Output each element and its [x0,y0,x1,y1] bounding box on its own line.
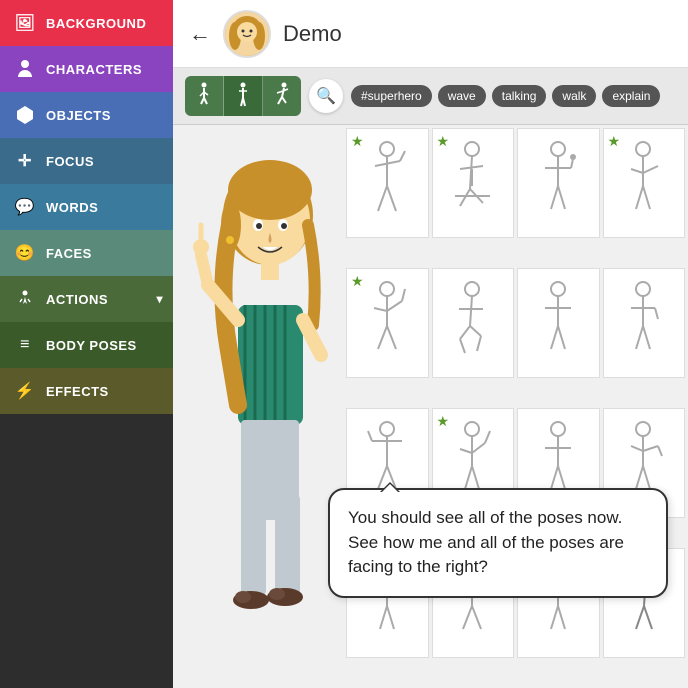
pose-grid: ★ ★ [343,125,688,688]
pose-cell[interactable]: ★ [346,128,429,238]
header: ← Demo [173,0,688,68]
search-icon: 🔍 [316,86,336,106]
sidebar-label-words: WORDS [46,200,98,215]
avatar-image [225,12,269,56]
words-icon: 💬 [14,196,36,218]
pose-cell[interactable]: ★ [603,128,686,238]
pose-cell[interactable] [603,268,686,378]
main-content: ← Demo [173,0,688,688]
background-icon: 🖼 [14,12,36,34]
pose-button-group [185,76,301,116]
pose-figure [360,141,415,226]
sidebar-item-objects[interactable]: OBJECTS [0,92,173,138]
favorite-star: ★ [437,133,450,150]
pose-button-run[interactable] [263,76,301,116]
sidebar-label-body-poses: BODY POSES [46,338,137,353]
sidebar-label-effects: EFFECTS [46,384,109,399]
pose-figure [616,141,671,226]
pose-cell[interactable] [432,268,515,378]
pose-figure [445,281,500,366]
pose-button-walk[interactable] [185,76,224,116]
sidebar-item-focus[interactable]: ✛ FOCUS [0,138,173,184]
chevron-down-icon: ▾ [156,292,163,306]
sidebar-item-effects[interactable]: ⚡ EFFECTS [0,368,173,414]
tag-talking[interactable]: talking [492,85,547,107]
sidebar-item-characters[interactable]: CHARACTERS [0,46,173,92]
toolbar: 🔍 #superhero wave talking walk explain [173,68,688,125]
character-svg [173,125,363,688]
tag-superhero[interactable]: #superhero [351,85,432,107]
tag-walk[interactable]: walk [552,85,596,107]
sidebar-item-words[interactable]: 💬 WORDS [0,184,173,230]
pose-grid-area: ★ ★ [173,125,688,688]
tag-explain[interactable]: explain [602,85,660,107]
pose-figure [616,281,671,366]
favorite-star: ★ [437,413,450,430]
favorite-star: ★ [351,133,364,150]
faces-icon: 😊 [14,242,36,264]
pose-cell[interactable] [517,268,600,378]
sidebar: 🖼 BACKGROUND CHARACTERS OBJECTS ✛ FOCUS … [0,0,173,688]
pose-cell[interactable]: ★ [346,268,429,378]
sidebar-item-actions[interactable]: ACTIONS ▾ [0,276,173,322]
sidebar-label-characters: CHARACTERS [46,62,142,77]
pose-figure [360,281,415,366]
pose-figure [445,141,500,226]
sidebar-label-focus: FOCUS [46,154,94,169]
sidebar-label-faces: FACES [46,246,92,261]
objects-icon [14,104,36,126]
back-button[interactable]: ← [189,21,211,47]
search-button[interactable]: 🔍 [309,79,343,113]
sidebar-label-background: BACKGROUND [46,16,146,31]
characters-icon [14,58,36,80]
sidebar-label-actions: ACTIONS [46,292,108,307]
sidebar-item-body-poses[interactable]: ≡ BODY POSES [0,322,173,368]
sidebar-item-faces[interactable]: 😊 FACES [0,230,173,276]
pose-cell[interactable] [517,128,600,238]
pose-button-stand[interactable] [224,76,263,116]
effects-icon: ⚡ [14,380,36,402]
avatar [223,10,271,58]
speech-bubble: You should see all of the poses now. See… [328,488,668,598]
pose-cell[interactable]: ★ [432,128,515,238]
speech-text: You should see all of the poses now. See… [348,506,648,580]
sidebar-item-background[interactable]: 🖼 BACKGROUND [0,0,173,46]
pose-figure [531,141,586,226]
character-name: Demo [283,21,342,47]
tag-list: #superhero wave talking walk explain [351,85,660,107]
sidebar-label-objects: OBJECTS [46,108,111,123]
actions-icon [14,288,36,310]
tag-wave[interactable]: wave [438,85,486,107]
body-poses-icon: ≡ [14,334,36,356]
favorite-star: ★ [351,273,364,290]
pose-figure [531,281,586,366]
character-display [173,125,363,685]
focus-icon: ✛ [14,150,36,172]
favorite-star: ★ [608,133,621,150]
